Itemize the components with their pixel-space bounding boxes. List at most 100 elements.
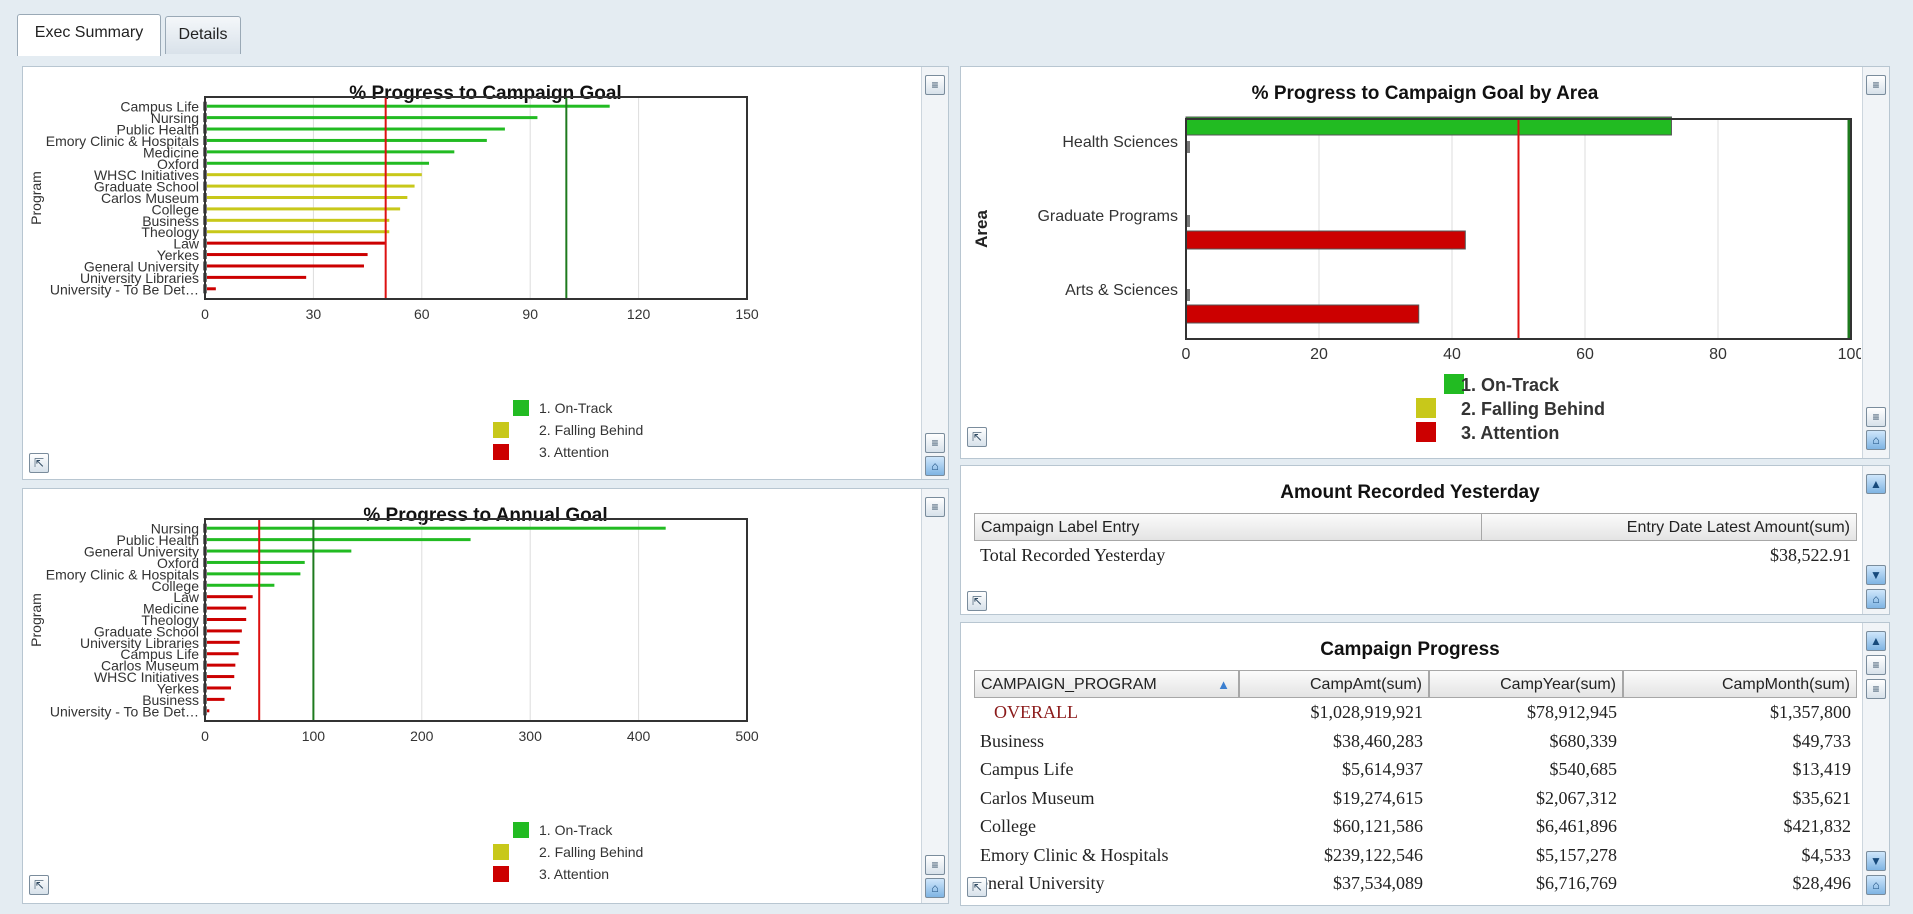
bar (205, 184, 415, 188)
home-icon[interactable]: ⌂ (925, 878, 945, 898)
export-icon[interactable]: ⇱ (29, 875, 49, 895)
table-cell: $13,419 (1792, 759, 1852, 779)
bar (205, 686, 232, 690)
by-area-chart: 0 20 40 60 80 100 Health Sciences Graduate Prog… (972, 116, 1861, 443)
bar (205, 253, 368, 257)
x-tick-label: 0 (201, 306, 209, 322)
legend-label: 3. Attention (1461, 423, 1559, 443)
column-header[interactable]: CAMPAIGN_PROGRAM ▲ (974, 670, 1239, 698)
yesterday-title: Amount Recorded Yesterday (1280, 482, 1540, 503)
plot-frame (204, 518, 748, 722)
x-tick-label: 0 (1182, 346, 1191, 363)
home-icon[interactable]: ⌂ (925, 456, 945, 476)
export-icon[interactable]: ⇱ (967, 591, 987, 611)
table-cell: $37,534,089 (1333, 873, 1423, 893)
menu-lines-icon[interactable]: ≡ (1866, 679, 1886, 699)
tab-exec-summary[interactable]: Exec Summary (17, 14, 161, 56)
legend-swatch (1416, 398, 1436, 418)
menu-lines-icon[interactable]: ≡ (925, 855, 945, 875)
legend-label: 2. Falling Behind (1461, 399, 1605, 419)
bar (205, 652, 239, 656)
table-cell: $19,274,615 (1333, 787, 1423, 808)
bar (1185, 304, 1420, 324)
legend-swatch (513, 400, 529, 416)
scroll-up-icon[interactable]: ▲ (1866, 631, 1886, 651)
x-tick-label: 60 (1576, 346, 1594, 363)
home-icon[interactable]: ⌂ (1866, 589, 1886, 609)
table-cell: $6,461,896 (1536, 816, 1617, 836)
sort-up-icon[interactable]: ▲ (1217, 671, 1230, 699)
bar (205, 583, 275, 587)
table-cell: $5,614,937 (1342, 759, 1423, 779)
menu-lines-icon[interactable]: ≡ (1866, 75, 1886, 95)
bar (1185, 230, 1466, 250)
table-cell: $1,028,919,921 (1310, 702, 1424, 722)
table-cell: $49,733 (1792, 730, 1852, 751)
bar (205, 572, 301, 576)
panel-side-toolbar (1862, 67, 1889, 458)
x-tick-label: 400 (627, 728, 651, 744)
table-cell: $38,522.91 (1770, 545, 1851, 565)
y-tick-label: Graduate Programs (1037, 208, 1178, 225)
column-header[interactable]: Campaign Label Entry (974, 513, 1494, 541)
bar (205, 150, 455, 154)
bar (205, 127, 505, 131)
home-icon[interactable]: ⌂ (1866, 875, 1886, 895)
bar (205, 218, 390, 222)
campaign-goal-panel: % Progress to Campaign Goal 0 30 60 90 120 15… (22, 66, 949, 480)
bar (205, 629, 242, 633)
bar (205, 275, 307, 279)
column-header[interactable]: CampMonth(sum) (1623, 670, 1857, 698)
campaign-goal-chart: 0 30 60 90 120 150Campus LifeNursingPublic He… (28, 96, 759, 460)
campaign-progress-title: Campaign Progress (1320, 639, 1500, 660)
x-tick-label: 120 (627, 306, 651, 322)
table-cell: $78,912,945 (1527, 702, 1617, 722)
table-cell: $28,496 (1792, 873, 1852, 893)
legend-swatch (493, 844, 509, 860)
bar (205, 116, 538, 120)
scroll-up-icon[interactable]: ▲ (1866, 474, 1886, 494)
table-cell: $4,533 (1801, 844, 1852, 865)
y-axis-label: Program (28, 171, 44, 225)
home-icon[interactable]: ⌂ (1866, 430, 1886, 450)
scroll-down-icon[interactable]: ▼ (1866, 851, 1886, 871)
menu-lines-icon[interactable]: ≡ (1866, 655, 1886, 675)
export-icon[interactable]: ⇱ (967, 877, 987, 897)
x-tick-label: 500 (735, 728, 759, 744)
table-cell: Business (980, 730, 1045, 751)
bar (205, 230, 390, 234)
x-tick-label: 150 (735, 306, 759, 322)
x-tick-label: 0 (201, 728, 209, 744)
legend-label: 2. Falling Behind (539, 844, 643, 860)
x-tick-label: 80 (1709, 346, 1727, 363)
legend-swatch (493, 866, 509, 882)
bar (205, 241, 386, 245)
bar (205, 640, 240, 644)
menu-lines-icon[interactable]: ≡ (925, 433, 945, 453)
column-header[interactable]: Entry Date Latest Amount(sum) (1481, 513, 1857, 541)
column-header[interactable]: CampAmt(sum) (1239, 670, 1429, 698)
bar (205, 104, 610, 108)
export-icon[interactable]: ⇱ (29, 453, 49, 473)
yesterday-panel: Amount Recorded Yesterday Campaign Label… (960, 465, 1890, 615)
x-tick-label: 200 (410, 728, 434, 744)
column-header[interactable]: CampYear(sum) (1429, 670, 1623, 698)
panel-side-toolbar (921, 489, 948, 903)
table-cell: $35,621 (1792, 787, 1852, 808)
legend-swatch (493, 422, 509, 438)
table-cell: $680,339 (1549, 730, 1618, 751)
legend-swatch (493, 444, 509, 460)
bar (205, 618, 247, 621)
table-cell: $5,157,278 (1536, 844, 1617, 865)
y-axis-label: Area (972, 210, 991, 248)
menu-lines-icon[interactable]: ≡ (1866, 407, 1886, 427)
menu-lines-icon[interactable]: ≡ (925, 75, 945, 95)
export-icon[interactable]: ⇱ (967, 427, 987, 447)
x-tick-label: 90 (522, 306, 538, 322)
menu-lines-icon[interactable]: ≡ (925, 497, 945, 517)
x-tick-label: 40 (1443, 346, 1461, 363)
scroll-down-icon[interactable]: ▼ (1866, 565, 1886, 585)
tab-details[interactable]: Details (165, 16, 241, 54)
table-cell: $540,685 (1549, 759, 1618, 779)
x-tick-label: 100 (302, 728, 326, 744)
